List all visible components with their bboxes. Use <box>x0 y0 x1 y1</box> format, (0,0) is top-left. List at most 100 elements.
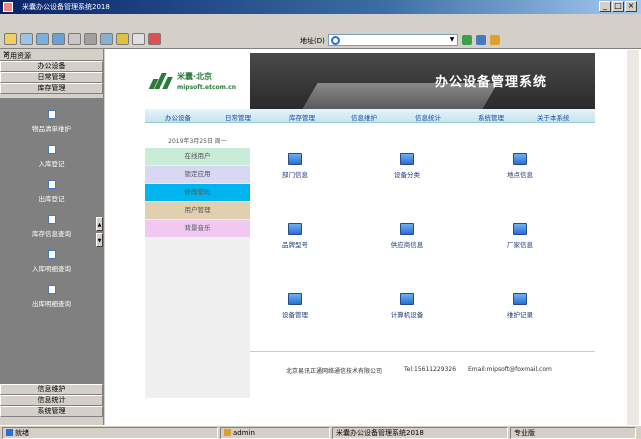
address-label: 地址(D) <box>300 37 325 45</box>
chevron-down-icon[interactable]: ▼ <box>448 36 456 44</box>
item-stock-in[interactable]: 入库登记 <box>0 145 103 175</box>
item-stock-out-detail[interactable]: 出库明细查询 <box>0 285 103 315</box>
computer-icon <box>400 153 414 165</box>
nav-info-maintenance[interactable]: 信息维护 <box>351 112 377 122</box>
banner: 办公设备管理系统 <box>250 53 595 109</box>
date-display: 2019年3月25日 周一 <box>168 138 227 145</box>
func-equipment-management[interactable]: 设备管理 <box>255 293 335 319</box>
user-icon <box>224 429 231 436</box>
computer-icon <box>513 293 527 305</box>
logo-text: 米囊·北京 <box>177 72 213 81</box>
item-stock-out[interactable]: 出库登记 <box>0 180 103 210</box>
app-icon <box>3 2 13 12</box>
minimize-button[interactable]: _ <box>599 1 611 12</box>
side-menu: 在线用户 锁定应用 修改密码 用户管理 背景音乐 <box>145 148 250 238</box>
detail-icon <box>47 250 56 259</box>
folder-icon[interactable] <box>4 33 17 45</box>
address-input[interactable]: ▼ <box>328 34 458 46</box>
exit-icon[interactable] <box>148 33 161 45</box>
go-icon[interactable] <box>462 35 472 45</box>
footer-company: 北京易讯正通网络通信技术有限公司 <box>286 368 383 375</box>
item-inventory-query[interactable]: 库存信息查询 <box>0 215 103 245</box>
status-ready: 就绪 <box>2 427 218 439</box>
stock-in-icon <box>47 145 56 154</box>
address-tools <box>462 35 500 45</box>
favorites-icon[interactable] <box>490 35 500 45</box>
panel-header: 可用资源 × <box>0 49 103 61</box>
nav-about[interactable]: 关于本系统 <box>537 112 570 122</box>
computer-icon <box>400 293 414 305</box>
logo-icon <box>148 71 173 89</box>
gears-icon[interactable] <box>100 33 113 45</box>
computer-icon <box>513 153 527 165</box>
menu-change-password[interactable]: 修改密码 <box>145 184 250 201</box>
menu-background-music[interactable]: 背景音乐 <box>145 220 250 237</box>
panel-scrollbar[interactable]: ▲ ▼ <box>96 97 103 385</box>
nav-office-equipment[interactable]: 办公设备 <box>165 112 191 122</box>
menu-strip <box>145 148 159 165</box>
category-info-statistics[interactable]: 信息统计 <box>0 395 103 406</box>
lock-icon[interactable] <box>116 33 129 45</box>
menu-user-management[interactable]: 用户管理 <box>145 202 250 219</box>
maximize-button[interactable]: □ <box>612 1 624 12</box>
category-inventory-management[interactable]: 库存管理 <box>0 83 103 94</box>
func-department[interactable]: 部门信息 <box>255 153 335 179</box>
nav-info-statistics[interactable]: 信息统计 <box>415 112 441 122</box>
inventory-items: 物品清单维护 入库登记 出库登记 库存信息查询 入库明细查询 出库明细查询 <box>0 98 103 384</box>
close-button[interactable]: × <box>625 1 637 12</box>
nav-system-management[interactable]: 系统管理 <box>478 112 504 122</box>
func-brand-model[interactable]: 品牌型号 <box>255 223 335 249</box>
logo-area: 米囊·北京 mipsoft.etcom.cn <box>145 53 250 109</box>
web-page: 米囊·北京 mipsoft.etcom.cn 办公设备管理系统 办公设备 日常管… <box>145 53 595 423</box>
category-office-equipment[interactable]: 办公设备 <box>0 61 103 72</box>
menu-toolbar <box>0 14 641 32</box>
computer-icon <box>288 153 302 165</box>
computer-icon[interactable] <box>36 33 49 45</box>
category-info-maintenance[interactable]: 信息维护 <box>0 384 103 395</box>
func-location[interactable]: 地点信息 <box>480 153 560 179</box>
func-supplier[interactable]: 供应商信息 <box>367 223 447 249</box>
stock-out-icon <box>47 180 56 189</box>
user-icon[interactable] <box>132 33 145 45</box>
grid-icon <box>47 285 56 294</box>
category-system-management[interactable]: 系统管理 <box>0 406 103 417</box>
item-stock-in-detail[interactable]: 入库明细查询 <box>0 250 103 280</box>
menu-strip <box>145 220 159 237</box>
app-window: 米囊办公设备管理系统2018 _ □ × 地址(D) ▼ 可用资源 × 办公设备… <box>0 0 641 439</box>
resource-panel: 可用资源 × 办公设备 日常管理 库存管理 物品清单维护 入库登记 出库登记 库… <box>0 49 104 425</box>
window-controls: _ □ × <box>599 1 637 12</box>
panel-close-icon[interactable]: × <box>3 49 99 58</box>
func-manufacturer[interactable]: 厂家信息 <box>480 223 560 249</box>
monitor-icon[interactable] <box>52 33 65 45</box>
menu-online-users[interactable]: 在线用户 <box>145 148 250 165</box>
status-edition: 专业版 <box>510 427 636 439</box>
category-daily-management[interactable]: 日常管理 <box>0 72 103 83</box>
title-bar: 米囊办公设备管理系统2018 _ □ × <box>0 0 641 14</box>
status-user: admin <box>220 427 330 439</box>
main-toolbar: 地址(D) ▼ <box>0 32 641 49</box>
nav-inventory-management[interactable]: 库存管理 <box>289 112 315 122</box>
status-app: 米囊办公设备管理系统2018 <box>332 427 508 439</box>
toolbar-icons <box>4 33 161 45</box>
scroll-up-icon[interactable]: ▲ <box>96 217 103 231</box>
list-icon[interactable] <box>20 33 33 45</box>
browser-content: 米囊·北京 mipsoft.etcom.cn 办公设备管理系统 办公设备 日常管… <box>105 49 641 425</box>
func-maintenance-record[interactable]: 维护记录 <box>480 293 560 319</box>
ie-icon <box>331 36 340 45</box>
func-computer-equipment[interactable]: 计算机设备 <box>367 293 447 319</box>
item-list-maintenance[interactable]: 物品清单维护 <box>0 110 103 140</box>
document-icon[interactable] <box>68 33 81 45</box>
menu-lock-app[interactable]: 锁定应用 <box>145 166 250 183</box>
content-scrollbar[interactable] <box>627 50 639 425</box>
computer-icon <box>288 293 302 305</box>
computer-icon <box>513 223 527 235</box>
func-equipment-category[interactable]: 设备分类 <box>367 153 447 179</box>
nav-daily-management[interactable]: 日常管理 <box>225 112 251 122</box>
scroll-down-icon[interactable]: ▼ <box>96 233 103 247</box>
computer-icon <box>400 223 414 235</box>
refresh-icon[interactable] <box>476 35 486 45</box>
printer-icon[interactable] <box>84 33 97 45</box>
bottom-categories: 信息维护 信息统计 系统管理 <box>0 384 103 417</box>
document-icon <box>47 110 56 119</box>
system-title: 办公设备管理系统 <box>435 75 548 90</box>
